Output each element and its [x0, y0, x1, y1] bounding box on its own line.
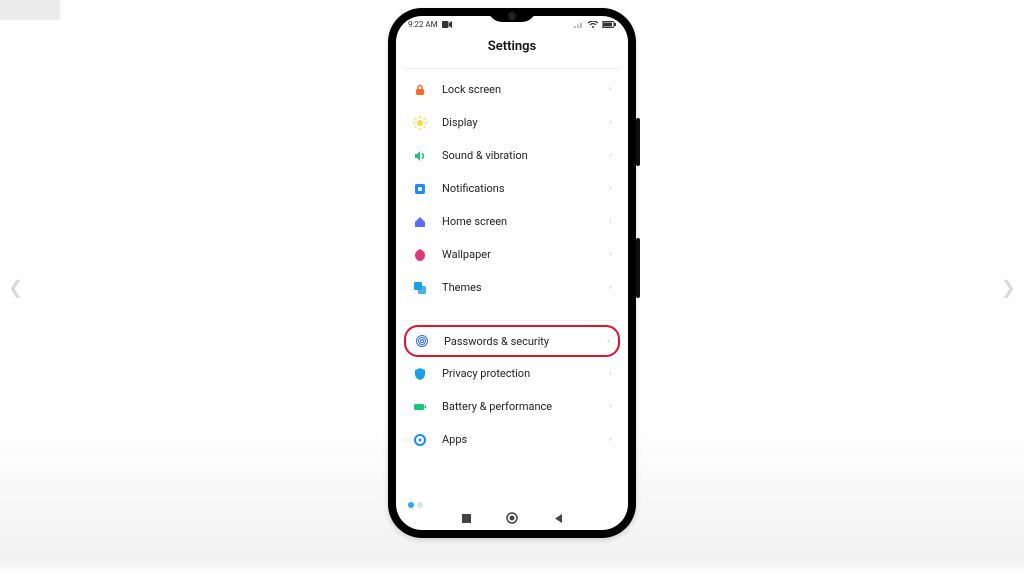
item-label: Lock screen	[442, 83, 609, 96]
phone-screen: 9:22 AM Settings Lock screen › Display	[396, 16, 628, 530]
home-icon	[412, 214, 428, 230]
page-title: Settings	[396, 29, 628, 68]
settings-item-notifications[interactable]: Notifications ›	[404, 172, 620, 205]
chevron-right-icon: ›	[609, 249, 612, 260]
android-nav-bar	[396, 512, 628, 524]
item-label: Battery & performance	[442, 400, 609, 413]
chevron-right-icon: ›	[609, 434, 612, 445]
settings-list: Lock screen › Display › Sound & vibratio…	[396, 68, 628, 460]
wifi-icon	[588, 21, 598, 28]
item-label: Display	[442, 116, 609, 129]
nav-recents-button[interactable]	[460, 512, 472, 524]
chevron-right-icon: ›	[609, 84, 612, 95]
settings-item-privacy[interactable]: Privacy protection ›	[404, 357, 620, 390]
settings-group-1: Lock screen › Display › Sound & vibratio…	[404, 68, 620, 308]
settings-item-lock-screen[interactable]: Lock screen ›	[404, 73, 620, 106]
settings-item-passwords-security[interactable]: Passwords & security ›	[404, 325, 620, 357]
gallery-prev-button[interactable]: ❮	[8, 278, 23, 299]
settings-item-sound[interactable]: Sound & vibration ›	[404, 139, 620, 172]
page-indicator	[408, 502, 423, 508]
themes-icon	[412, 280, 428, 296]
nav-home-button[interactable]	[506, 512, 518, 524]
settings-item-wallpaper[interactable]: Wallpaper ›	[404, 238, 620, 271]
battery-icon	[602, 21, 616, 28]
bell-icon	[412, 181, 428, 197]
chevron-right-icon: ›	[609, 117, 612, 128]
chevron-right-icon: ›	[609, 401, 612, 412]
item-label: Apps	[442, 433, 609, 446]
sound-icon	[412, 148, 428, 164]
gallery-next-button[interactable]: ❯	[1001, 278, 1016, 299]
chevron-right-icon: ›	[609, 216, 612, 227]
chevron-right-icon: ›	[607, 336, 610, 347]
chevron-right-icon: ›	[609, 282, 612, 293]
sun-icon	[412, 115, 428, 131]
chevron-right-icon: ›	[609, 150, 612, 161]
power-button	[636, 238, 640, 298]
browser-chrome-fragment	[0, 0, 60, 20]
lock-icon	[412, 82, 428, 98]
item-label: Sound & vibration	[442, 149, 609, 162]
settings-item-apps[interactable]: Apps ›	[404, 423, 620, 456]
apps-icon	[412, 432, 428, 448]
shield-icon	[412, 366, 428, 382]
chevron-right-icon: ›	[609, 368, 612, 379]
item-label: Passwords & security	[444, 335, 607, 348]
item-label: Themes	[442, 281, 609, 294]
phone-frame: 9:22 AM Settings Lock screen › Display	[388, 8, 636, 538]
signal-icon	[574, 21, 584, 28]
volume-button	[636, 118, 640, 166]
settings-item-themes[interactable]: Themes ›	[404, 271, 620, 304]
front-camera	[508, 12, 516, 20]
wallpaper-icon	[412, 247, 428, 263]
video-icon	[442, 21, 452, 28]
item-label: Wallpaper	[442, 248, 609, 261]
nav-back-button[interactable]	[552, 512, 564, 524]
item-label: Home screen	[442, 215, 609, 228]
settings-item-home[interactable]: Home screen ›	[404, 205, 620, 238]
settings-group-2: Passwords & security › Privacy protectio…	[404, 320, 620, 460]
settings-item-display[interactable]: Display ›	[404, 106, 620, 139]
battery-icon	[412, 399, 428, 415]
settings-item-battery[interactable]: Battery & performance ›	[404, 390, 620, 423]
status-time: 9:22 AM	[408, 20, 438, 29]
fingerprint-icon	[414, 333, 430, 349]
chevron-right-icon: ›	[609, 183, 612, 194]
item-label: Notifications	[442, 182, 609, 195]
item-label: Privacy protection	[442, 367, 609, 380]
